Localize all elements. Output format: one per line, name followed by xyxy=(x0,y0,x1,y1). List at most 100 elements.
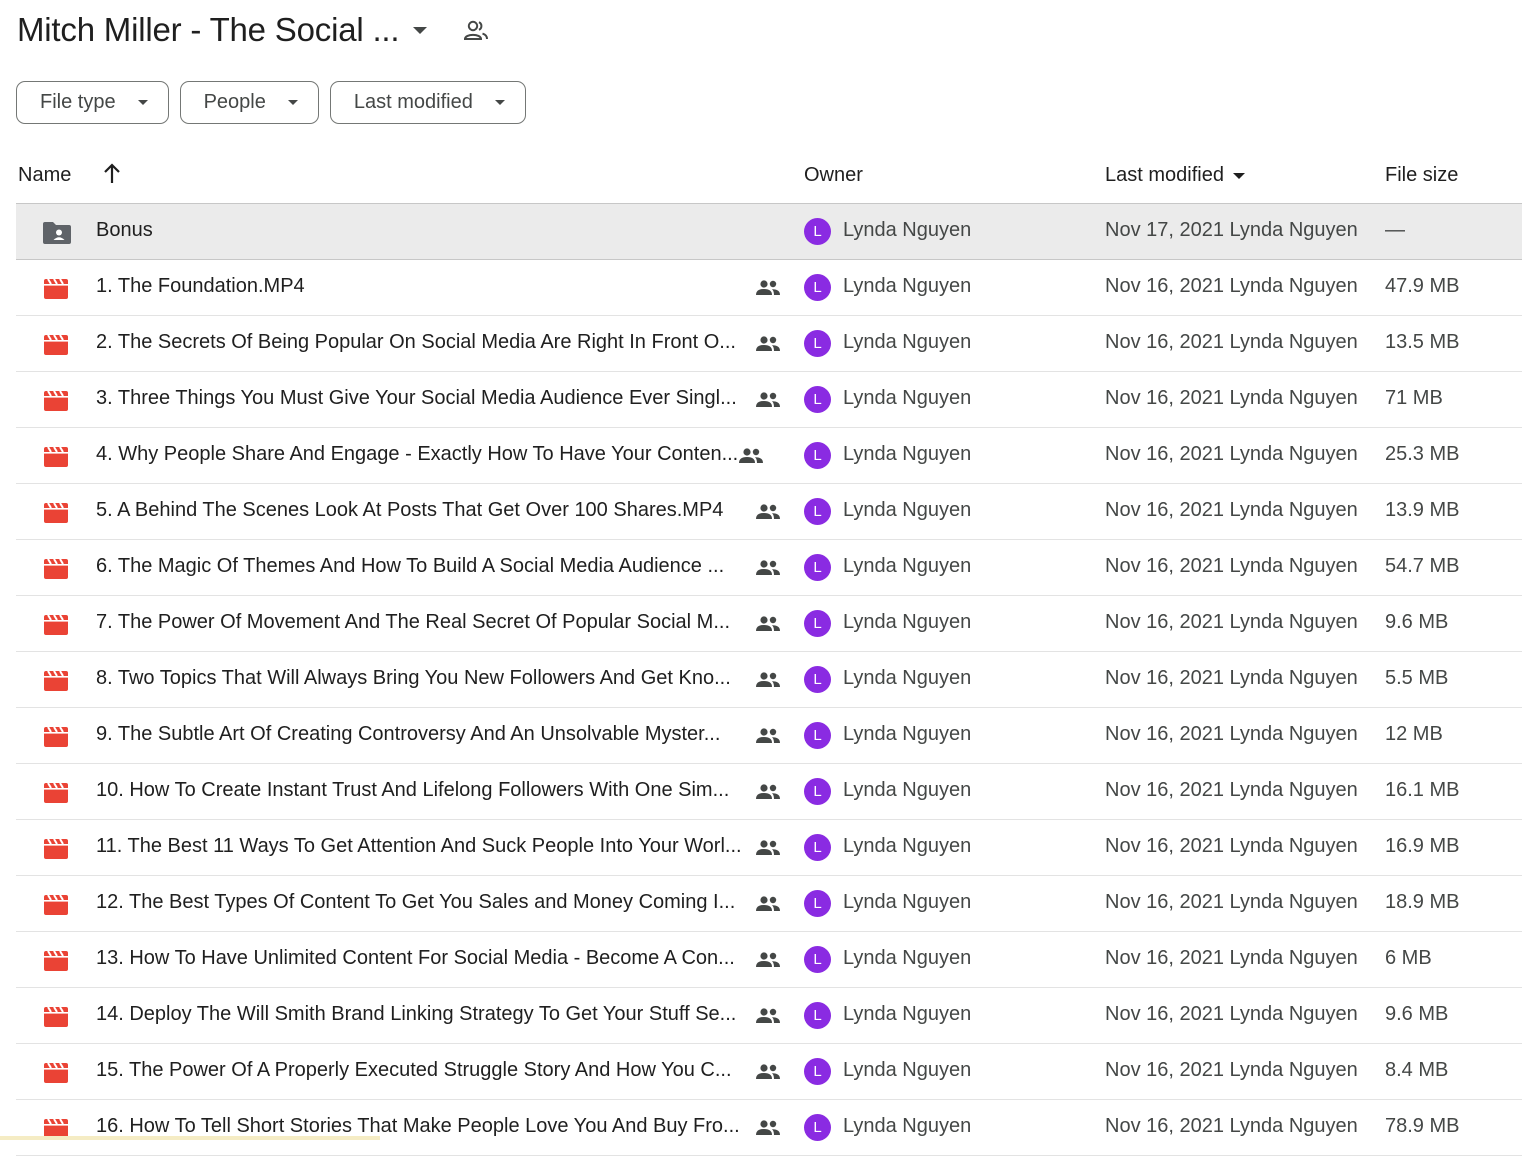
owner-name: Lynda Nguyen xyxy=(843,1115,972,1137)
file-name[interactable]: 3. Three Things You Must Give Your Socia… xyxy=(96,387,737,410)
avatar: L xyxy=(804,834,831,861)
file-size: 25.3 MB xyxy=(1385,443,1460,465)
file-row[interactable]: 10. How To Create Instant Trust And Life… xyxy=(16,764,1522,820)
last-modified: Nov 16, 2021 Lynda Nguyen xyxy=(1105,835,1358,857)
shared-people-icon xyxy=(756,784,780,799)
file-size: 47.9 MB xyxy=(1385,275,1460,297)
owner-name: Lynda Nguyen xyxy=(843,611,972,633)
shared-people-icon xyxy=(739,448,763,463)
shared-people-icon xyxy=(756,896,780,911)
file-name[interactable]: 14. Deploy The Will Smith Brand Linking … xyxy=(96,1003,736,1026)
owner-name: Lynda Nguyen xyxy=(843,835,972,857)
file-name[interactable]: 10. How To Create Instant Trust And Life… xyxy=(96,779,729,802)
file-name[interactable]: 2. The Secrets Of Being Popular On Socia… xyxy=(96,331,736,354)
avatar: L xyxy=(804,386,831,413)
file-list-header: Name Owner Last modified File size xyxy=(16,150,1522,204)
video-file-icon xyxy=(44,950,68,971)
file-size: 18.9 MB xyxy=(1385,891,1460,913)
last-modified: Nov 16, 2021 Lynda Nguyen xyxy=(1105,891,1358,913)
file-row[interactable]: 9. The Subtle Art Of Creating Controvers… xyxy=(16,708,1522,764)
file-type-filter-label: File type xyxy=(40,91,116,113)
shared-folder-icon xyxy=(43,222,71,244)
shared-people-icon xyxy=(756,840,780,855)
column-header-name[interactable]: Name xyxy=(18,164,71,187)
video-file-icon xyxy=(44,838,68,859)
file-name[interactable]: 12. The Best Types Of Content To Get You… xyxy=(96,891,735,914)
file-name[interactable]: 15. The Power Of A Properly Executed Str… xyxy=(96,1059,732,1082)
column-header-owner[interactable]: Owner xyxy=(804,164,863,187)
folder-row[interactable]: Bonus L Lynda Nguyen Nov 17, 2021 Lynda Ngu… xyxy=(16,204,1522,260)
file-row[interactable]: 1. The Foundation.MP4 L Lynda Nguyen Nov 16… xyxy=(16,260,1522,316)
file-name[interactable]: 1. The Foundation.MP4 xyxy=(96,275,305,298)
owner-name: Lynda Nguyen xyxy=(843,387,972,409)
last-modified: Nov 16, 2021 Lynda Nguyen xyxy=(1105,443,1358,465)
last-modified: Nov 16, 2021 Lynda Nguyen xyxy=(1105,1115,1358,1137)
file-name[interactable]: 11. The Best 11 Ways To Get Attention An… xyxy=(96,835,742,858)
avatar: L xyxy=(804,946,831,973)
last-modified: Nov 16, 2021 Lynda Nguyen xyxy=(1105,1059,1358,1081)
file-name[interactable]: 4. Why People Share And Engage - Exactly… xyxy=(96,443,738,466)
sort-down-icon xyxy=(1232,172,1245,179)
shared-people-icon xyxy=(756,504,780,519)
file-row[interactable]: 16. How To Tell Short Stories That Make … xyxy=(16,1100,1522,1156)
column-header-file-size[interactable]: File size xyxy=(1385,164,1458,187)
file-row[interactable]: 7. The Power Of Movement And The Real Se… xyxy=(16,596,1522,652)
file-row[interactable]: 8. Two Topics That Will Always Bring You… xyxy=(16,652,1522,708)
owner-name: Lynda Nguyen xyxy=(843,443,972,465)
file-row[interactable]: 13. How To Have Unlimited Content For So… xyxy=(16,932,1522,988)
video-file-icon xyxy=(44,614,68,635)
arrow-up-icon[interactable] xyxy=(102,162,122,186)
shared-people-icon xyxy=(756,1120,780,1135)
last-modified: Nov 16, 2021 Lynda Nguyen xyxy=(1105,331,1358,353)
avatar: L xyxy=(804,1002,831,1029)
last-modified: Nov 16, 2021 Lynda Nguyen xyxy=(1105,387,1358,409)
file-row[interactable]: 11. The Best 11 Ways To Get Attention An… xyxy=(16,820,1522,876)
file-name[interactable]: 6. The Magic Of Themes And How To Build … xyxy=(96,555,724,578)
arrow-drop-down-icon[interactable] xyxy=(413,26,428,34)
owner-name: Lynda Nguyen xyxy=(843,779,972,801)
file-row[interactable]: 14. Deploy The Will Smith Brand Linking … xyxy=(16,988,1522,1044)
file-row[interactable]: 6. The Magic Of Themes And How To Build … xyxy=(16,540,1522,596)
shared-people-icon xyxy=(756,952,780,967)
video-file-icon xyxy=(44,1062,68,1083)
file-size: 16.9 MB xyxy=(1385,835,1460,857)
owner-name: Lynda Nguyen xyxy=(843,667,972,689)
folder-title-bar: Mitch Miller - The Social ... xyxy=(17,8,489,52)
file-name[interactable]: 7. The Power Of Movement And The Real Se… xyxy=(96,611,730,634)
file-row[interactable]: 5. A Behind The Scenes Look At Posts Tha… xyxy=(16,484,1522,540)
video-file-icon xyxy=(44,782,68,803)
video-file-icon xyxy=(44,334,68,355)
avatar: L xyxy=(804,330,831,357)
file-list: Bonus L Lynda Nguyen Nov 17, 2021 Lynda Ngu… xyxy=(16,204,1522,1156)
shared-people-icon xyxy=(756,392,780,407)
owner-name: Lynda Nguyen xyxy=(843,499,972,521)
file-size: 5.5 MB xyxy=(1385,667,1449,689)
owner-name: Lynda Nguyen xyxy=(843,947,972,969)
last-modified: Nov 16, 2021 Lynda Nguyen xyxy=(1105,667,1358,689)
chevron-down-icon xyxy=(137,100,148,105)
avatar: L xyxy=(804,778,831,805)
video-file-icon xyxy=(44,1006,68,1027)
column-header-last-modified[interactable]: Last modified xyxy=(1105,164,1245,187)
file-row[interactable]: 3. Three Things You Must Give Your Socia… xyxy=(16,372,1522,428)
shared-people-icon xyxy=(756,560,780,575)
file-name[interactable]: 16. How To Tell Short Stories That Make … xyxy=(96,1115,740,1138)
file-row[interactable]: 4. Why People Share And Engage - Exactly… xyxy=(16,428,1522,484)
file-name[interactable]: 5. A Behind The Scenes Look At Posts Tha… xyxy=(96,499,723,522)
file-row[interactable]: 12. The Best Types Of Content To Get You… xyxy=(16,876,1522,932)
file-row[interactable]: 15. The Power Of A Properly Executed Str… xyxy=(16,1044,1522,1100)
last-modified: Nov 16, 2021 Lynda Nguyen xyxy=(1105,723,1358,745)
file-type-filter[interactable]: File type xyxy=(16,81,169,124)
avatar: L xyxy=(804,610,831,637)
file-name[interactable]: 13. How To Have Unlimited Content For So… xyxy=(96,947,735,970)
file-name[interactable]: 9. The Subtle Art Of Creating Controvers… xyxy=(96,723,720,746)
file-name[interactable]: Bonus xyxy=(96,219,153,242)
people-filter[interactable]: People xyxy=(179,81,319,124)
last-modified-filter[interactable]: Last modified xyxy=(329,81,526,124)
file-size: 9.6 MB xyxy=(1385,1003,1449,1025)
folder-title[interactable]: Mitch Miller - The Social ... xyxy=(17,11,400,49)
file-name[interactable]: 8. Two Topics That Will Always Bring You… xyxy=(96,667,731,690)
file-row[interactable]: 2. The Secrets Of Being Popular On Socia… xyxy=(16,316,1522,372)
file-size: 12 MB xyxy=(1385,723,1443,745)
people-icon[interactable] xyxy=(463,19,489,41)
